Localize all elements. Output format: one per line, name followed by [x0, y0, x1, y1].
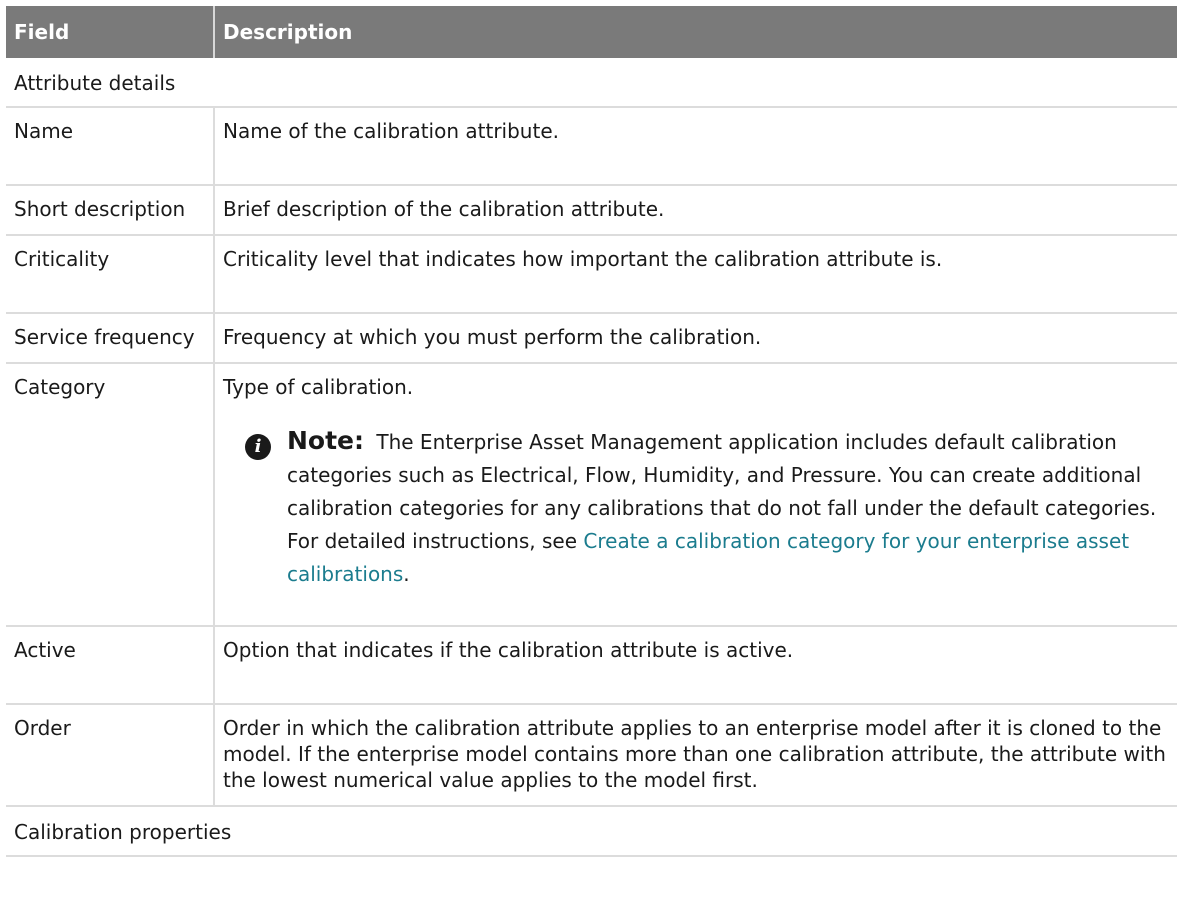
table-row: Name Name of the calibration attribute.: [6, 107, 1177, 186]
header-field: Field: [6, 6, 215, 58]
header-row: Field Description: [6, 6, 1177, 58]
section-row: Calibration properties: [6, 806, 1177, 857]
header-description: Description: [214, 6, 1177, 58]
note-block: i Note: The Enterprise Asset Management …: [223, 424, 1177, 613]
table-header: Field Description: [6, 6, 1177, 58]
table-row: Service frequency Frequency at which you…: [6, 313, 1177, 364]
description-cell: Brief description of the calibration att…: [214, 185, 1177, 236]
field-cell: Short description: [6, 185, 215, 236]
field-cell: Service frequency: [6, 313, 215, 364]
fields-table: Field Description Attribute details Name…: [6, 6, 1177, 857]
table-body: Attribute details Name Name of the calib…: [6, 58, 1177, 857]
table-row: Category Type of calibration. i Note: Th…: [6, 363, 1177, 627]
description-cell: Frequency at which you must perform the …: [214, 313, 1177, 364]
description-cell: Name of the calibration attribute.: [214, 107, 1177, 186]
section-attribute-details: Attribute details: [6, 58, 1177, 108]
category-description: Type of calibration.: [223, 375, 414, 399]
description-cell: Criticality level that indicates how imp…: [214, 235, 1177, 314]
field-cell: Order: [6, 704, 215, 807]
description-cell: Type of calibration. i Note: The Enterpr…: [214, 363, 1177, 627]
table-row: Order Order in which the calibration att…: [6, 704, 1177, 807]
field-cell: Criticality: [6, 235, 215, 314]
note-trailing: .: [403, 562, 410, 586]
description-cell: Order in which the calibration attribute…: [214, 704, 1177, 807]
field-cell: Active: [6, 626, 215, 705]
description-cell: Option that indicates if the calibration…: [214, 626, 1177, 705]
note-label: Note:: [287, 426, 365, 455]
table-row: Short description Brief description of t…: [6, 185, 1177, 236]
table-row: Active Option that indicates if the cali…: [6, 626, 1177, 705]
field-cell: Category: [6, 363, 215, 627]
section-calibration-properties: Calibration properties: [6, 806, 1177, 857]
table-row: Criticality Criticality level that indic…: [6, 235, 1177, 314]
section-row: Attribute details: [6, 58, 1177, 108]
info-icon: i: [245, 434, 271, 460]
field-cell: Name: [6, 107, 215, 186]
